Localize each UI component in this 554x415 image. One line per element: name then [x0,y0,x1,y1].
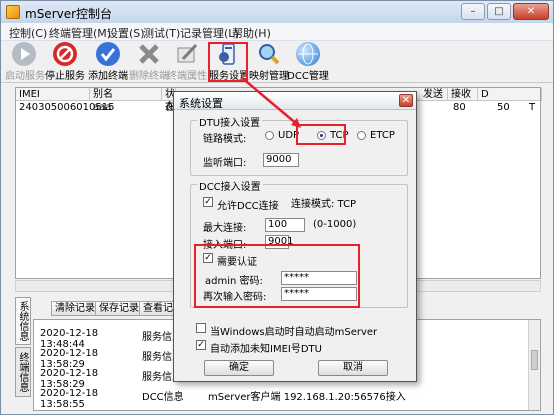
menu-control[interactable]: 控制(C) [9,25,47,41]
dtu-group-title: DTU接入设置 [197,114,263,129]
max-connections-range: (0-1000) [313,219,357,230]
auto-add-dtu-checkbox[interactable]: ✓ [196,340,206,350]
menu-help[interactable]: 帮助(H) [232,25,271,41]
add-terminal-button[interactable]: 添加终端 [88,41,128,83]
radio-etcp-label: ETCP [370,130,395,141]
connection-mode-text: 连接模式: TCP [291,199,357,210]
autostart-checkbox[interactable] [196,323,206,333]
main-window: mServer控制台 – □ ✕ 控制(C) 终端管理(M) 设置(S) 测试(… [0,0,554,415]
col-sent[interactable]: 发送 [420,88,448,101]
terminal-properties-button[interactable]: 终端属性 [167,41,207,83]
log-scrollbar[interactable] [528,320,540,410]
dcc-group-title: DCC接入设置 [197,178,263,193]
window-title: mServer控制台 [25,7,113,21]
cancel-button[interactable]: 取消 [318,360,388,376]
check-icon [96,42,120,66]
play-icon [12,42,36,66]
save-records-button[interactable]: 保存记录 [95,301,143,316]
delete-terminal-button[interactable]: 删除终端 [129,41,169,83]
highlight-auth [194,244,360,308]
dcc-management-button[interactable]: DCC管理 [287,41,329,83]
tab-terminal-info[interactable]: 终端信息 [15,347,31,397]
title-bar: mServer控制台 – □ ✕ [1,1,553,23]
tab-system-info[interactable]: 系统信息 [15,297,31,345]
dialog-title: 系统设置 [179,97,223,110]
col-d[interactable]: D [478,88,542,101]
mapping-management-button[interactable]: 映射管理 [249,41,289,83]
listen-port-label: 监听端口: [203,158,247,169]
dialog-close-button[interactable]: ✕ [399,94,413,107]
app-icon [6,5,20,19]
menu-terminal[interactable]: 终端管理(M) [49,25,111,41]
radio-etcp[interactable] [357,131,366,140]
magnifier-icon [257,42,281,66]
max-connections-label: 最大连接: [203,223,247,234]
col-received[interactable]: 接收 [448,88,478,101]
autostart-label: 当Windows启动时自动启动mServer [210,327,378,338]
properties-icon [175,42,199,66]
highlight-service-settings [208,42,248,82]
cell-sent: 80 [453,102,466,113]
toolbar: 启动服务 停止服务 添加终端 删除终端 终端属性 服务设置 映射管理 DCC管理 [1,41,553,83]
scroll-thumb[interactable] [531,350,538,370]
menu-settings[interactable]: 设置(S) [107,25,145,41]
ok-button[interactable]: 确定 [204,360,274,376]
menu-bar: 控制(C) 终端管理(M) 设置(S) 测试(T) 记录管理(L) 帮助(H) [1,23,553,41]
dialog-title-bar: 系统设置 ✕ [174,92,416,110]
stop-service-button[interactable]: 停止服务 [45,41,85,83]
max-connections-input[interactable]: 100 [265,218,305,232]
settings-dialog: 系统设置 ✕ DTU接入设置 链路模式: UDP TCP ETCP 监听端口: … [173,91,417,382]
menu-test[interactable]: 测试(T) [143,25,180,41]
delete-icon [137,42,161,66]
radio-udp[interactable] [265,131,274,140]
maximize-button[interactable]: □ [487,3,511,20]
globe-icon [296,42,320,66]
stop-icon [53,42,77,66]
minimize-button[interactable]: – [461,3,485,20]
highlight-tcp [296,124,346,145]
start-service-button[interactable]: 启动服务 [5,41,45,83]
col-alias[interactable]: 别名 [90,88,162,101]
close-button[interactable]: ✕ [513,3,549,20]
allow-dcc-checkbox[interactable]: ✓ [203,197,213,207]
col-imei[interactable]: IMEI [16,88,90,101]
cell-received: 50 [497,102,510,113]
auto-add-dtu-label: 自动添加未知IMEI号DTU [210,344,322,355]
cell-alias: aaa [93,102,112,113]
clear-records-button[interactable]: 清除记录 [51,301,99,316]
menu-records[interactable]: 记录管理(L) [180,25,239,41]
listen-port-input[interactable]: 9000 [263,153,299,167]
cell-d: T [529,102,536,113]
link-mode-label: 链路模式: [203,134,247,145]
allow-dcc-label: 允许DCC连接 [217,201,279,212]
